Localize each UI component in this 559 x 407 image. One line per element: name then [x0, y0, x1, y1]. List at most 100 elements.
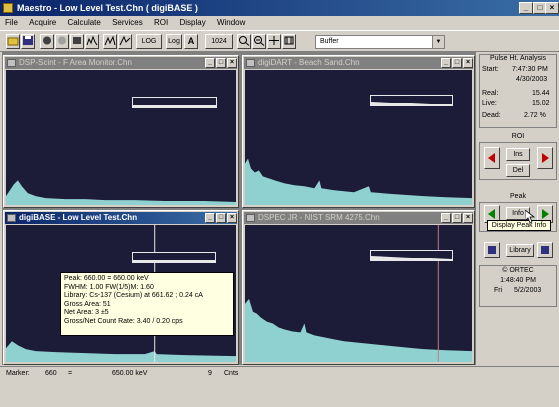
minimize-button[interactable]: _: [519, 2, 533, 14]
maximize-button[interactable]: □: [216, 58, 226, 68]
spectrum-icon: [7, 214, 16, 222]
app-icon: [3, 3, 13, 13]
maximize-button[interactable]: □: [216, 213, 226, 223]
dead-label: Dead:: [482, 112, 501, 119]
spectrum-plot[interactable]: [245, 70, 472, 205]
close-button[interactable]: ×: [463, 58, 473, 68]
copy-to-buffer-icon[interactable]: [85, 34, 99, 49]
window-titlebar[interactable]: DSPEC JR - NIST SRM 4275.Chn _ □ ×: [244, 212, 473, 224]
clear-spectrum-icon[interactable]: [70, 34, 84, 49]
marker-counts: 9: [208, 370, 212, 377]
window-titlebar[interactable]: digiBASE - Low Level Test.Chn _ □ ×: [5, 212, 237, 224]
menu-display[interactable]: Display: [179, 18, 205, 27]
roi-heading: ROI: [511, 133, 525, 140]
dead-value: 2.72 %: [524, 112, 546, 119]
menu-calculate[interactable]: Calculate: [67, 18, 100, 27]
log-button[interactable]: LOG: [136, 34, 162, 49]
close-button[interactable]: ×: [545, 2, 559, 14]
overview-inset[interactable]: [132, 252, 216, 263]
pulse-analysis-heading: Pulse Ht. Analysis: [489, 55, 547, 62]
detector-select[interactable]: Buffer ▼: [315, 35, 445, 49]
control-panel: Pulse Ht. Analysis Start: 7:47:30 PM 4/3…: [476, 52, 559, 365]
spectrum-icon: [7, 59, 16, 67]
zoom-out-icon[interactable]: [252, 34, 266, 49]
spectrum-trace: [6, 180, 236, 205]
library-button[interactable]: Library: [506, 244, 534, 257]
clock-date: 5/2/2003: [514, 287, 542, 294]
spectrum-window-digidart[interactable]: digiDART - Beach Sand.Chn _ □ ×: [242, 55, 475, 208]
overview-inset[interactable]: [370, 95, 453, 106]
minimize-button[interactable]: _: [441, 58, 451, 68]
real-label: Real:: [482, 90, 499, 97]
minimize-button[interactable]: _: [441, 213, 451, 223]
spectrum-trace: [245, 225, 472, 362]
menu-bar: File Acquire Calculate Services ROI Disp…: [0, 16, 559, 30]
full-view-icon[interactable]: [282, 34, 296, 49]
toolbar: LOG Log A 1024 Buffer ▼: [0, 30, 559, 52]
live-label: Live:: [482, 100, 497, 107]
auto-scale-button[interactable]: A: [184, 34, 198, 49]
stop-acquire-icon[interactable]: [55, 34, 69, 49]
spectrum-window-dspec-jr[interactable]: DSPEC JR - NIST SRM 4275.Chn _ □ ×: [242, 210, 475, 365]
window-titlebar[interactable]: digiDART - Beach Sand.Chn _ □ ×: [244, 57, 473, 69]
peak-info-net-area: Net Area: 3 ±5: [64, 309, 109, 317]
spectrum-trace: [245, 158, 472, 205]
peak-info-fwhm: FWHM: 1.00 FW(1/5)M: 1.60: [64, 283, 154, 291]
log-scale-toggle[interactable]: Log: [166, 34, 182, 49]
title-bar: Maestro - Low Level Test.Chn ( digiBASE …: [0, 0, 559, 16]
maximize-button[interactable]: □: [452, 213, 462, 223]
minimize-button[interactable]: _: [205, 213, 215, 223]
detector-select-value: Buffer: [320, 38, 339, 45]
marker-counts-unit: Cnts: [224, 370, 239, 377]
menu-services[interactable]: Services: [112, 18, 143, 27]
peak-info-gross-area: Gross Area: 51: [64, 300, 111, 308]
close-button[interactable]: ×: [463, 213, 473, 223]
peak-info-peak: Peak: 660.00 = 660.00 keV: [64, 275, 149, 282]
spectrum-plot[interactable]: [6, 70, 236, 205]
roi-delete-button[interactable]: Del: [506, 164, 530, 177]
window-titlebar[interactable]: DSP-Scint - F Area Monitor.Chn _ □ ×: [5, 57, 237, 69]
zoom-in-icon[interactable]: [237, 34, 251, 49]
start-acquire-icon[interactable]: [40, 34, 54, 49]
clock-time: 1:48:40 PM: [500, 277, 536, 284]
center-icon[interactable]: [267, 34, 281, 49]
menu-window[interactable]: Window: [217, 18, 245, 27]
overview-inset[interactable]: [370, 250, 453, 261]
roi-mark-icon[interactable]: [103, 34, 117, 49]
roi-prev-icon[interactable]: [484, 147, 500, 169]
minimize-button[interactable]: _: [205, 58, 215, 68]
start-label: Start:: [482, 66, 499, 73]
menu-file[interactable]: File: [5, 18, 18, 27]
start-time: 7:47:30 PM: [512, 66, 548, 73]
window-title: DSPEC JR - NIST SRM 4275.Chn: [258, 213, 380, 222]
menu-acquire[interactable]: Acquire: [29, 18, 56, 27]
overview-inset[interactable]: [132, 97, 217, 108]
live-value: 15.02: [532, 100, 550, 107]
mouse-cursor-icon: [525, 210, 535, 224]
open-folder-icon[interactable]: [6, 34, 20, 49]
menu-roi[interactable]: ROI: [154, 18, 168, 27]
save-icon[interactable]: [21, 34, 35, 49]
chevron-down-icon[interactable]: ▼: [432, 36, 444, 48]
peak-info-popup: Peak: 660.00 = 660.00 keV FWHM: 1.00 FW(…: [60, 272, 234, 336]
close-button[interactable]: ×: [227, 58, 237, 68]
horizontal-scale-button[interactable]: 1024: [205, 34, 233, 49]
roi-insert-button[interactable]: Ins: [506, 148, 530, 161]
real-value: 15.44: [532, 90, 550, 97]
peak-info-count-rate: Gross/Net Count Rate: 3.40 / 0.20 cps: [64, 317, 183, 325]
marker-label: Marker:: [6, 370, 30, 377]
roi-next-icon[interactable]: [537, 147, 553, 169]
marker-channel: 660: [45, 370, 57, 377]
marker-equals: =: [68, 370, 73, 377]
ortec-logo: © ORTEC: [502, 267, 534, 274]
close-button[interactable]: ×: [227, 213, 237, 223]
peak-info-tooltip: Display Peak Info: [487, 220, 551, 231]
start-date: 4/30/2003: [516, 76, 548, 83]
peak-search-icon[interactable]: [118, 34, 132, 49]
spectrum-window-dsp-scint[interactable]: DSP-Scint - F Area Monitor.Chn _ □ ×: [3, 55, 239, 208]
library-next-icon[interactable]: [537, 242, 553, 258]
spectrum-plot[interactable]: [245, 225, 472, 362]
library-prev-icon[interactable]: [484, 242, 500, 258]
window-title: DSP-Scint - F Area Monitor.Chn: [19, 58, 132, 67]
maximize-button[interactable]: □: [452, 58, 462, 68]
